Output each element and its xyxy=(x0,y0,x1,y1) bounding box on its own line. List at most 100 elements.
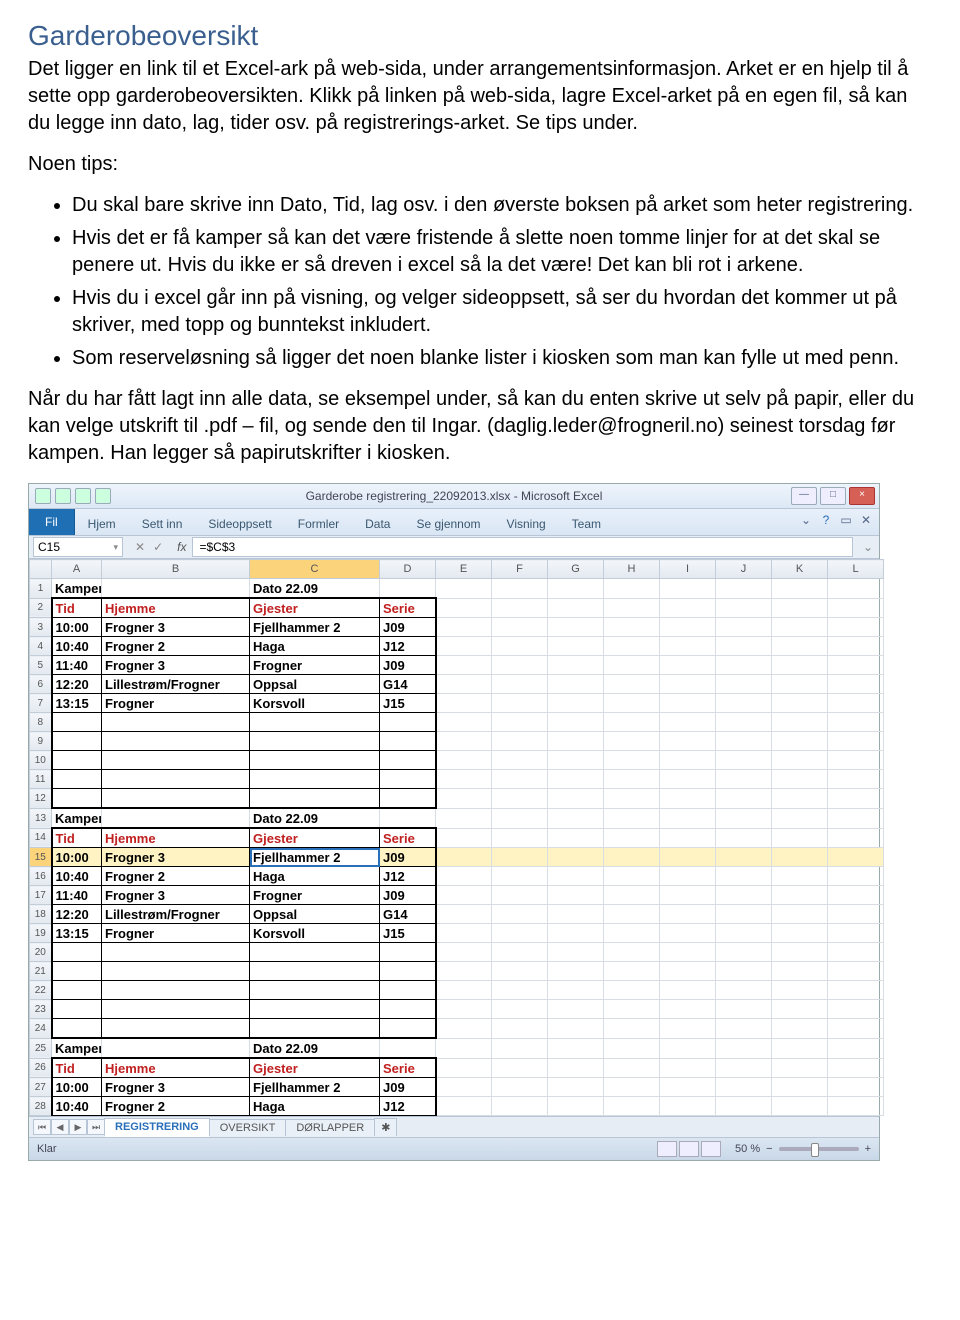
cell[interactable] xyxy=(436,1078,492,1097)
cell[interactable] xyxy=(380,732,436,751)
cell[interactable] xyxy=(102,713,250,732)
cell[interactable] xyxy=(604,579,660,599)
cell[interactable] xyxy=(436,828,492,848)
cell[interactable] xyxy=(102,808,250,828)
cell[interactable] xyxy=(828,713,884,732)
cell[interactable] xyxy=(436,637,492,656)
cell[interactable] xyxy=(660,962,716,981)
cell[interactable] xyxy=(492,924,548,943)
minimize-button[interactable]: — xyxy=(791,487,817,505)
cell[interactable] xyxy=(492,656,548,675)
cell[interactable] xyxy=(604,924,660,943)
cell[interactable]: Frogner 3 xyxy=(102,1078,250,1097)
cell[interactable] xyxy=(548,867,604,886)
cell[interactable] xyxy=(772,675,828,694)
cell[interactable] xyxy=(102,1038,250,1058)
cell[interactable]: Frogner xyxy=(102,924,250,943)
cell[interactable] xyxy=(828,905,884,924)
cell[interactable] xyxy=(604,656,660,675)
cell[interactable] xyxy=(250,789,380,809)
cell[interactable] xyxy=(716,675,772,694)
cell[interactable] xyxy=(52,943,102,962)
cell[interactable] xyxy=(436,656,492,675)
cell[interactable] xyxy=(548,808,604,828)
cell[interactable] xyxy=(604,981,660,1000)
ribbon-tab-team[interactable]: Team xyxy=(559,513,614,535)
cell[interactable]: 10:40 xyxy=(52,637,102,656)
row-header[interactable]: 4 xyxy=(30,637,52,656)
cell[interactable] xyxy=(250,732,380,751)
row-header[interactable]: 13 xyxy=(30,808,52,828)
row-header[interactable]: 8 xyxy=(30,713,52,732)
cell[interactable] xyxy=(548,751,604,770)
cell[interactable]: 13:15 xyxy=(52,694,102,713)
cell[interactable] xyxy=(436,694,492,713)
cell[interactable] xyxy=(716,867,772,886)
cell[interactable]: J09 xyxy=(380,656,436,675)
cell[interactable] xyxy=(52,789,102,809)
cell[interactable] xyxy=(660,751,716,770)
cell[interactable] xyxy=(492,713,548,732)
cell[interactable] xyxy=(436,905,492,924)
cell[interactable]: J09 xyxy=(380,886,436,905)
cell[interactable]: Gjester xyxy=(250,598,380,618)
cell[interactable] xyxy=(772,1097,828,1116)
row-header[interactable]: 19 xyxy=(30,924,52,943)
cell[interactable] xyxy=(52,1000,102,1019)
column-header[interactable]: E xyxy=(436,560,492,579)
row-header[interactable]: 26 xyxy=(30,1058,52,1078)
cell[interactable] xyxy=(548,886,604,905)
cell[interactable] xyxy=(380,1038,436,1058)
cell[interactable] xyxy=(492,828,548,848)
cell[interactable] xyxy=(102,962,250,981)
cell[interactable] xyxy=(436,924,492,943)
cell[interactable] xyxy=(548,1078,604,1097)
minimize-ribbon-icon[interactable]: ⌄ xyxy=(799,513,813,527)
row-header[interactable]: 3 xyxy=(30,618,52,637)
ribbon-tab-sideoppsett[interactable]: Sideoppsett xyxy=(195,513,284,535)
prev-sheet-icon[interactable]: ◀ xyxy=(51,1119,69,1135)
cell[interactable] xyxy=(250,770,380,789)
cell[interactable]: Hjemme xyxy=(102,828,250,848)
cell[interactable] xyxy=(716,848,772,867)
cell[interactable] xyxy=(436,1058,492,1078)
cell[interactable] xyxy=(660,1019,716,1039)
cell[interactable] xyxy=(660,1000,716,1019)
cell[interactable] xyxy=(828,924,884,943)
cell[interactable] xyxy=(492,848,548,867)
cell[interactable] xyxy=(492,789,548,809)
cell[interactable] xyxy=(660,732,716,751)
cell[interactable] xyxy=(716,808,772,828)
cell[interactable] xyxy=(102,981,250,1000)
cell[interactable] xyxy=(772,886,828,905)
cell[interactable] xyxy=(548,656,604,675)
cell[interactable]: Frogner 3 xyxy=(102,848,250,867)
cell[interactable] xyxy=(604,1000,660,1019)
cell[interactable] xyxy=(604,675,660,694)
cell[interactable] xyxy=(716,905,772,924)
row-header[interactable]: 12 xyxy=(30,789,52,809)
cell[interactable] xyxy=(436,732,492,751)
cell[interactable] xyxy=(660,675,716,694)
cell[interactable] xyxy=(604,886,660,905)
cell[interactable] xyxy=(548,1038,604,1058)
cell[interactable] xyxy=(250,962,380,981)
cell[interactable] xyxy=(716,751,772,770)
cell[interactable] xyxy=(380,1000,436,1019)
cell[interactable] xyxy=(716,962,772,981)
cell[interactable] xyxy=(828,981,884,1000)
cell[interactable] xyxy=(250,751,380,770)
cell[interactable] xyxy=(604,1019,660,1039)
row-header[interactable]: 14 xyxy=(30,828,52,848)
cell[interactable] xyxy=(772,732,828,751)
cell[interactable] xyxy=(660,867,716,886)
cell[interactable] xyxy=(548,905,604,924)
cell[interactable] xyxy=(716,1097,772,1116)
cell[interactable] xyxy=(436,789,492,809)
help-icon[interactable]: ? xyxy=(819,513,833,527)
cell[interactable] xyxy=(828,1058,884,1078)
fx-icon[interactable]: fx xyxy=(171,540,192,554)
cell[interactable] xyxy=(250,1000,380,1019)
cell[interactable] xyxy=(716,943,772,962)
cell[interactable]: Dato 22.09 xyxy=(250,1038,380,1058)
